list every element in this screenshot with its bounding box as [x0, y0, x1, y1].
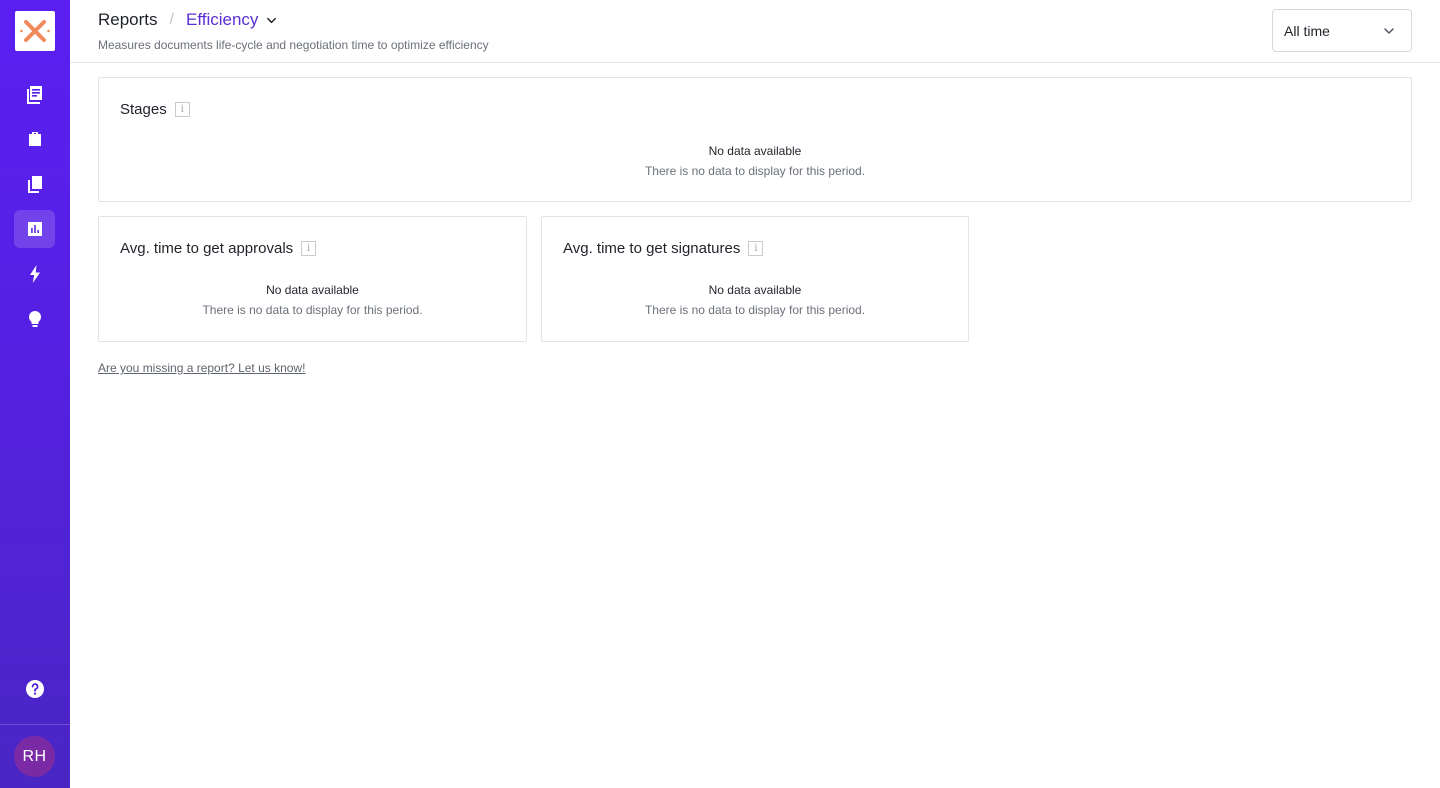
empty-state-title: No data available: [266, 283, 359, 297]
missing-report-link[interactable]: Are you missing a report? Let us know!: [98, 361, 305, 375]
period-select-value: All time: [1284, 22, 1330, 39]
page-subtitle: Measures documents life-cycle and negoti…: [98, 38, 489, 52]
empty-state: No data available There is no data to di…: [99, 144, 1411, 178]
page-header: Reports / Efficiency Measures documents …: [70, 0, 1440, 63]
help-button[interactable]: [14, 670, 55, 708]
nav-reports[interactable]: [14, 210, 55, 248]
empty-state-description: There is no data to display for this per…: [644, 303, 866, 317]
approvals-title: Avg. time to get approvals: [120, 240, 294, 257]
stages-card: Stages i No data available There is no d…: [98, 77, 1412, 202]
nav-automations[interactable]: [14, 255, 55, 293]
empty-state-description: There is no data to display for this per…: [644, 164, 866, 178]
nav-ideas[interactable]: [14, 300, 55, 338]
approvals-card: Avg. time to get approvals i No data ava…: [98, 216, 527, 342]
info-icon[interactable]: i: [748, 241, 764, 256]
empty-state-description: There is no data to display for this per…: [202, 303, 423, 317]
info-icon[interactable]: i: [174, 102, 190, 117]
period-select[interactable]: All time: [1272, 9, 1412, 52]
lightning-icon: [29, 265, 40, 283]
breadcrumb-current-label: Efficiency: [185, 10, 259, 29]
help-icon: [25, 680, 44, 698]
lightbulb-icon: [28, 310, 41, 327]
chevron-down-icon: [1384, 27, 1394, 34]
empty-state-title: No data available: [708, 283, 802, 297]
empty-state-title: No data available: [708, 144, 802, 158]
breadcrumb-separator: /: [169, 11, 174, 28]
bar-chart-icon: [27, 222, 42, 236]
chevron-down-icon: [267, 17, 277, 23]
sidebar: RH: [0, 0, 70, 788]
copy-icon: [27, 176, 42, 193]
nav-library[interactable]: [14, 165, 55, 203]
signatures-title: Avg. time to get signatures: [563, 240, 741, 257]
report-switcher[interactable]: Efficiency: [186, 10, 277, 30]
app-logo[interactable]: [15, 11, 55, 51]
breadcrumb: Reports / Efficiency: [98, 10, 277, 30]
nav-documents[interactable]: [14, 75, 55, 113]
card-title: Avg. time to get signatures i: [563, 240, 764, 257]
user-avatar[interactable]: RH: [14, 736, 55, 777]
card-title: Stages i: [120, 101, 190, 118]
empty-state: No data available There is no data to di…: [99, 283, 526, 317]
signatures-card: Avg. time to get signatures i No data av…: [541, 216, 969, 342]
nav-templates[interactable]: [14, 120, 55, 158]
suitcase-icon: [28, 132, 41, 146]
empty-state: No data available There is no data to di…: [542, 283, 968, 317]
info-icon[interactable]: i: [301, 241, 317, 256]
app-root: RH Reports / Efficiency Measures documen…: [0, 0, 1440, 788]
sidebar-divider: [0, 724, 70, 725]
breadcrumb-reports[interactable]: Reports: [98, 10, 158, 30]
card-title: Avg. time to get approvals i: [120, 240, 317, 257]
stages-title: Stages: [120, 101, 167, 118]
document-list-icon: [26, 86, 42, 104]
close-x-logo-icon: [20, 20, 50, 42]
